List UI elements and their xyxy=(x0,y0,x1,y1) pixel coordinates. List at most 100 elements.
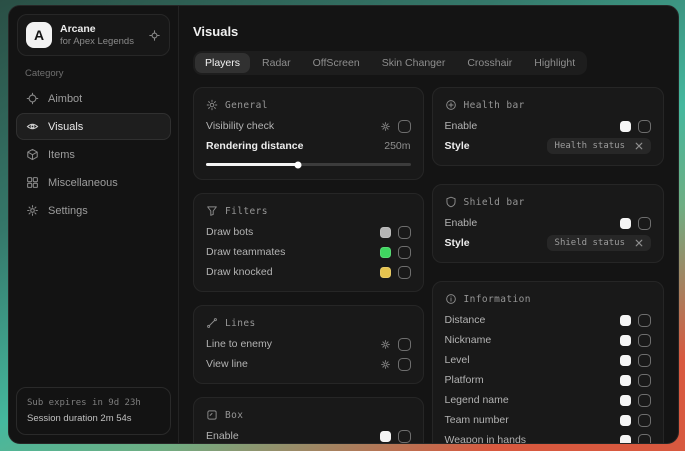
clear-icon[interactable] xyxy=(635,142,643,150)
card-box: Box Enable Enable background xyxy=(193,397,424,443)
distance-color-swatch[interactable] xyxy=(620,315,631,326)
tab-players[interactable]: Players xyxy=(195,53,250,73)
shield-color-swatch[interactable] xyxy=(620,218,631,229)
shield-style-select[interactable]: Shield status xyxy=(547,235,651,251)
line-icon xyxy=(206,317,218,329)
setting-row-team-number: Team number xyxy=(445,410,652,430)
platform-checkbox[interactable] xyxy=(638,374,651,387)
gear-icon[interactable] xyxy=(380,121,391,132)
sidebar-item-items[interactable]: Items xyxy=(16,141,171,168)
setting-row-weapon-in-hands: Weapon in hands xyxy=(445,430,652,443)
sun-icon xyxy=(206,99,218,111)
card-title: Shield bar xyxy=(464,197,525,208)
setting-row-visibility-check: Visibility check xyxy=(206,116,411,136)
sidebar: A Arcane for Apex Legends Category Aimbo… xyxy=(9,6,179,443)
setting-row-level: Level xyxy=(445,350,652,370)
tab-bar: Players Radar OffScreen Skin Changer Cro… xyxy=(193,51,587,75)
health-icon xyxy=(445,99,457,111)
visibility-check-checkbox[interactable] xyxy=(398,120,411,133)
sidebar-item-label: Settings xyxy=(48,205,88,217)
tab-crosshair[interactable]: Crosshair xyxy=(457,53,522,73)
setting-row-draw-knocked: Draw knocked xyxy=(206,262,411,282)
health-enable-checkbox[interactable] xyxy=(638,120,651,133)
legend-name-checkbox[interactable] xyxy=(638,394,651,407)
gear-icon xyxy=(26,204,39,217)
session-duration-text: Session duration 2m 54s xyxy=(27,411,160,426)
setting-row-shield-enable: Enable xyxy=(445,213,652,233)
health-style-select[interactable]: Health status xyxy=(547,138,651,154)
card-title: Lines xyxy=(225,318,256,329)
draw-knocked-checkbox[interactable] xyxy=(398,266,411,279)
tab-highlight[interactable]: Highlight xyxy=(524,53,585,73)
shield-enable-checkbox[interactable] xyxy=(638,217,651,230)
level-checkbox[interactable] xyxy=(638,354,651,367)
app-window: A Arcane for Apex Legends Category Aimbo… xyxy=(8,5,679,444)
nickname-checkbox[interactable] xyxy=(638,334,651,347)
setting-row-distance: Distance xyxy=(445,310,652,330)
setting-row-health-enable: Enable xyxy=(445,116,652,136)
card-general: General Visibility check Rendering dista… xyxy=(193,87,424,180)
draw-teammates-color-swatch[interactable] xyxy=(380,247,391,258)
session-info-card: Sub expires in 9d 23h Session duration 2… xyxy=(16,387,171,435)
health-color-swatch[interactable] xyxy=(620,121,631,132)
card-title: Information xyxy=(464,294,531,305)
clear-icon[interactable] xyxy=(635,239,643,247)
card-shield-bar: Shield bar Enable Style Shield status xyxy=(432,184,665,263)
draw-knocked-color-swatch[interactable] xyxy=(380,267,391,278)
setting-row-nickname: Nickname xyxy=(445,330,652,350)
sidebar-item-label: Visuals xyxy=(48,121,83,133)
box-enable-checkbox[interactable] xyxy=(398,430,411,443)
platform-color-swatch[interactable] xyxy=(620,375,631,386)
app-subtitle: for Apex Legends xyxy=(60,36,140,48)
square-icon xyxy=(206,409,218,421)
rendering-distance-value: 250m xyxy=(384,140,410,152)
slider-thumb[interactable] xyxy=(295,161,302,168)
setting-row-health-style: Style Health status xyxy=(445,136,652,156)
gear-icon[interactable] xyxy=(380,339,391,350)
line-to-enemy-checkbox[interactable] xyxy=(398,338,411,351)
card-information: Information Distance Nickname xyxy=(432,281,665,443)
draw-bots-checkbox[interactable] xyxy=(398,226,411,239)
main-panel: Visuals Players Radar OffScreen Skin Cha… xyxy=(179,6,678,443)
tab-offscreen[interactable]: OffScreen xyxy=(303,53,370,73)
weapon-in-hands-checkbox[interactable] xyxy=(638,434,651,444)
grid-icon xyxy=(26,176,39,189)
page-title: Visuals xyxy=(193,24,664,39)
sidebar-item-label: Aimbot xyxy=(48,93,82,105)
card-title: General xyxy=(225,100,268,111)
legend-name-color-swatch[interactable] xyxy=(620,395,631,406)
box-color-swatch[interactable] xyxy=(380,431,391,442)
cube-icon xyxy=(26,148,39,161)
sidebar-item-visuals[interactable]: Visuals xyxy=(16,113,171,140)
level-color-swatch[interactable] xyxy=(620,355,631,366)
target-icon[interactable] xyxy=(148,29,161,42)
sidebar-item-settings[interactable]: Settings xyxy=(16,197,171,224)
funnel-icon xyxy=(206,205,218,217)
view-line-checkbox[interactable] xyxy=(398,358,411,371)
draw-teammates-checkbox[interactable] xyxy=(398,246,411,259)
sidebar-item-label: Miscellaneous xyxy=(48,177,118,189)
card-filters: Filters Draw bots Draw teammates xyxy=(193,193,424,292)
card-title: Box xyxy=(225,410,243,421)
app-logo: A xyxy=(26,22,52,48)
tab-radar[interactable]: Radar xyxy=(252,53,301,73)
sidebar-item-aimbot[interactable]: Aimbot xyxy=(16,85,171,112)
nickname-color-swatch[interactable] xyxy=(620,335,631,346)
card-title: Filters xyxy=(225,206,268,217)
rendering-distance-slider[interactable] xyxy=(206,163,411,166)
sidebar-item-label: Items xyxy=(48,149,75,161)
eye-icon xyxy=(26,120,39,133)
tab-skin-changer[interactable]: Skin Changer xyxy=(372,53,456,73)
card-title: Health bar xyxy=(464,100,525,111)
draw-bots-color-swatch[interactable] xyxy=(380,227,391,238)
weapon-in-hands-color-swatch[interactable] xyxy=(620,435,631,444)
sidebar-item-miscellaneous[interactable]: Miscellaneous xyxy=(16,169,171,196)
setting-row-draw-bots: Draw bots xyxy=(206,222,411,242)
setting-row-shield-style: Style Shield status xyxy=(445,233,652,253)
team-number-color-swatch[interactable] xyxy=(620,415,631,426)
team-number-checkbox[interactable] xyxy=(638,414,651,427)
setting-row-legend-name: Legend name xyxy=(445,390,652,410)
gear-icon[interactable] xyxy=(380,359,391,370)
app-name: Arcane xyxy=(60,23,140,36)
distance-checkbox[interactable] xyxy=(638,314,651,327)
